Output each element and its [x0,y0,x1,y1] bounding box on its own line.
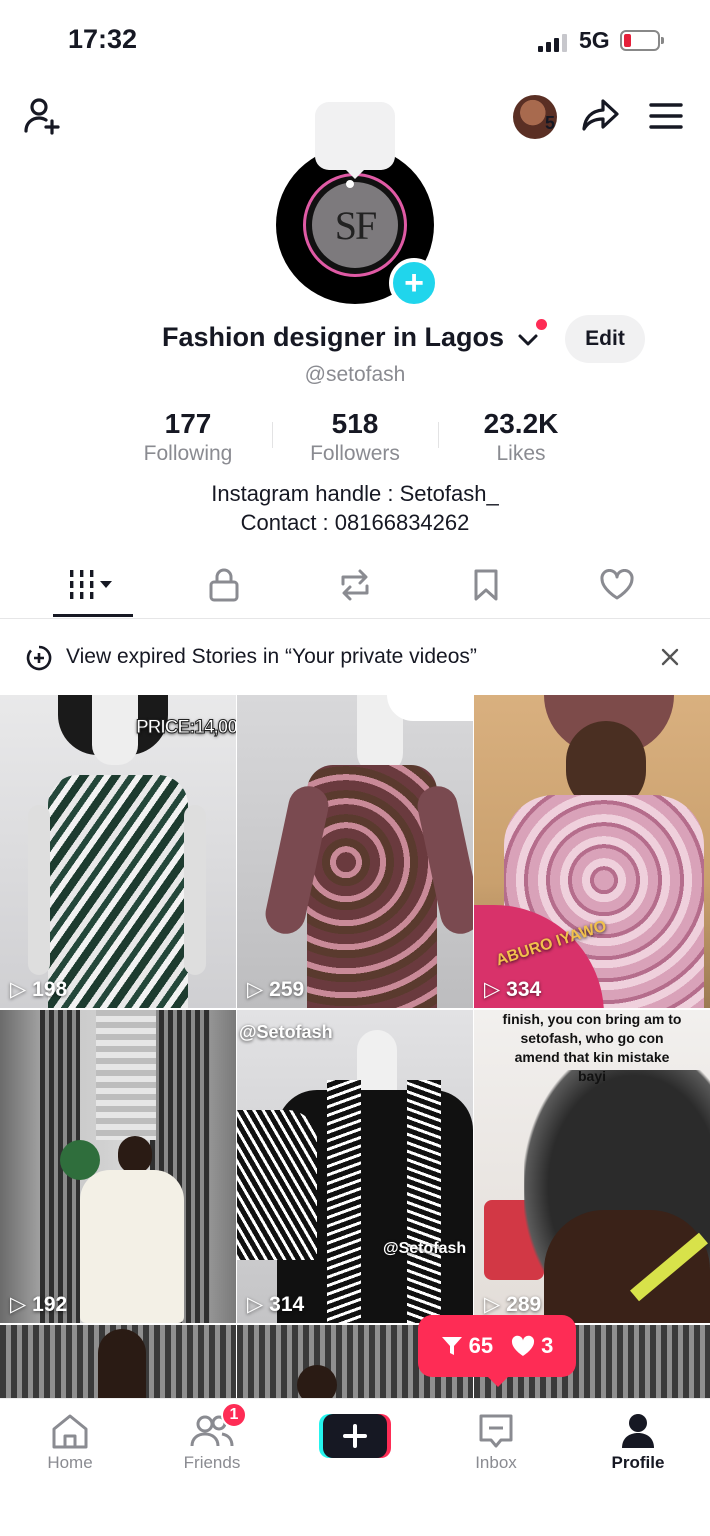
view-count: ▷ 192 [10,1292,68,1317]
new-likes: 3 [511,1333,553,1359]
menu-icon[interactable] [646,96,686,136]
username: @setofash [304,363,406,386]
play-icon: ▷ [10,978,27,1001]
repost-icon [341,569,369,601]
avatar-logo: SF [312,182,398,268]
filter-icon [441,1337,462,1355]
home-icon [52,1414,88,1449]
view-count: ▷ 334 [484,977,542,1002]
profile-name[interactable]: Fashion designer in Lagos [162,322,504,353]
stat-divider [272,422,273,448]
battery-icon [620,30,664,51]
video-thumbnail[interactable]: @Setofash @Setofash ▷ 314 [237,1010,473,1323]
nav-friends[interactable]: Friends [162,1409,262,1473]
stat-followers[interactable]: 518 Followers [294,408,416,466]
video-caption: @Setofash [239,1022,333,1042]
view-count: ▷ 198 [10,977,68,1002]
video-caption: @Setofash [383,1240,467,1257]
status-time: 17:32 [68,24,138,54]
status-bar: 17:32 5G [0,0,710,80]
view-count: ▷ 289 [484,1292,542,1317]
network-type: 5G [579,27,610,53]
play-icon: ▷ [247,978,264,1001]
create-button[interactable] [319,1412,391,1460]
play-icon: ▷ [484,1293,501,1316]
video-thumbnail[interactable]: finish, you con bring am to setofash, wh… [474,1010,710,1323]
heart-icon [600,569,634,600]
tab-reposts[interactable] [325,556,385,614]
expired-stories-banner[interactable]: View expired Stories in “Your private vi… [0,637,710,677]
video-caption: finish, you con bring am to setofash, wh… [502,1011,682,1084]
active-tab-indicator [53,614,133,617]
tab-liked[interactable] [587,556,647,614]
new-followers: 65 [441,1333,493,1359]
notification-dot [536,319,547,330]
content-tabs [0,556,710,618]
grid-icon [70,570,112,599]
nav-inbox[interactable]: Inbox [446,1409,546,1473]
bookmark-icon [474,569,498,601]
note-bubble[interactable] [315,102,395,179]
friends-badge: 1 [221,1402,247,1428]
add-circle-icon [26,645,52,671]
play-icon: ▷ [247,1293,264,1316]
add-story-button[interactable]: + [389,258,439,308]
bio-line: Contact : 08166834262 [240,510,470,535]
close-icon[interactable] [661,648,679,666]
video-caption: PRICE:14,000 [136,717,236,739]
view-count: ▷ 259 [247,977,305,1002]
video-thumbnail[interactable]: ABURO IYAWO ▷ 334 [474,695,710,1008]
tab-videos[interactable] [53,556,133,614]
video-thumbnail[interactable]: ▷ 259 [237,695,473,1008]
stat-following[interactable]: 177 Following [128,408,248,466]
video-thumbnail[interactable]: ▷ 192 [0,1010,236,1323]
stat-likes[interactable]: 23.2K Likes [460,408,582,466]
video-thumbnail[interactable] [0,1325,236,1398]
story-count: 5 [545,113,556,133]
signal-icon [538,34,567,52]
chevron-down-icon[interactable] [516,330,540,350]
share-icon[interactable] [578,92,624,138]
lock-icon [209,568,239,602]
nav-profile[interactable]: Profile [588,1409,688,1473]
activity-notification[interactable]: 65 3 [418,1315,576,1387]
tabs-divider [0,618,710,619]
tab-favorites[interactable] [456,556,516,614]
note-dot [346,180,354,188]
edit-profile-button[interactable]: Edit [565,315,645,363]
video-thumbnail[interactable]: PRICE:14,000 ▷ 198 [0,695,236,1008]
heart-icon [512,1335,535,1356]
inbox-icon [479,1414,513,1448]
stat-divider [438,422,439,448]
bio-line: Instagram handle : Setofash_ [211,481,499,506]
banner-text: View expired Stories in “Your private vi… [66,645,477,668]
add-friend-icon[interactable] [20,93,66,139]
view-count: ▷ 314 [247,1292,305,1317]
play-icon: ▷ [10,1293,27,1316]
nav-home[interactable]: Home [20,1409,120,1473]
play-icon: ▷ [484,978,501,1001]
profile-icon [622,1414,654,1448]
tab-private[interactable] [194,556,254,614]
